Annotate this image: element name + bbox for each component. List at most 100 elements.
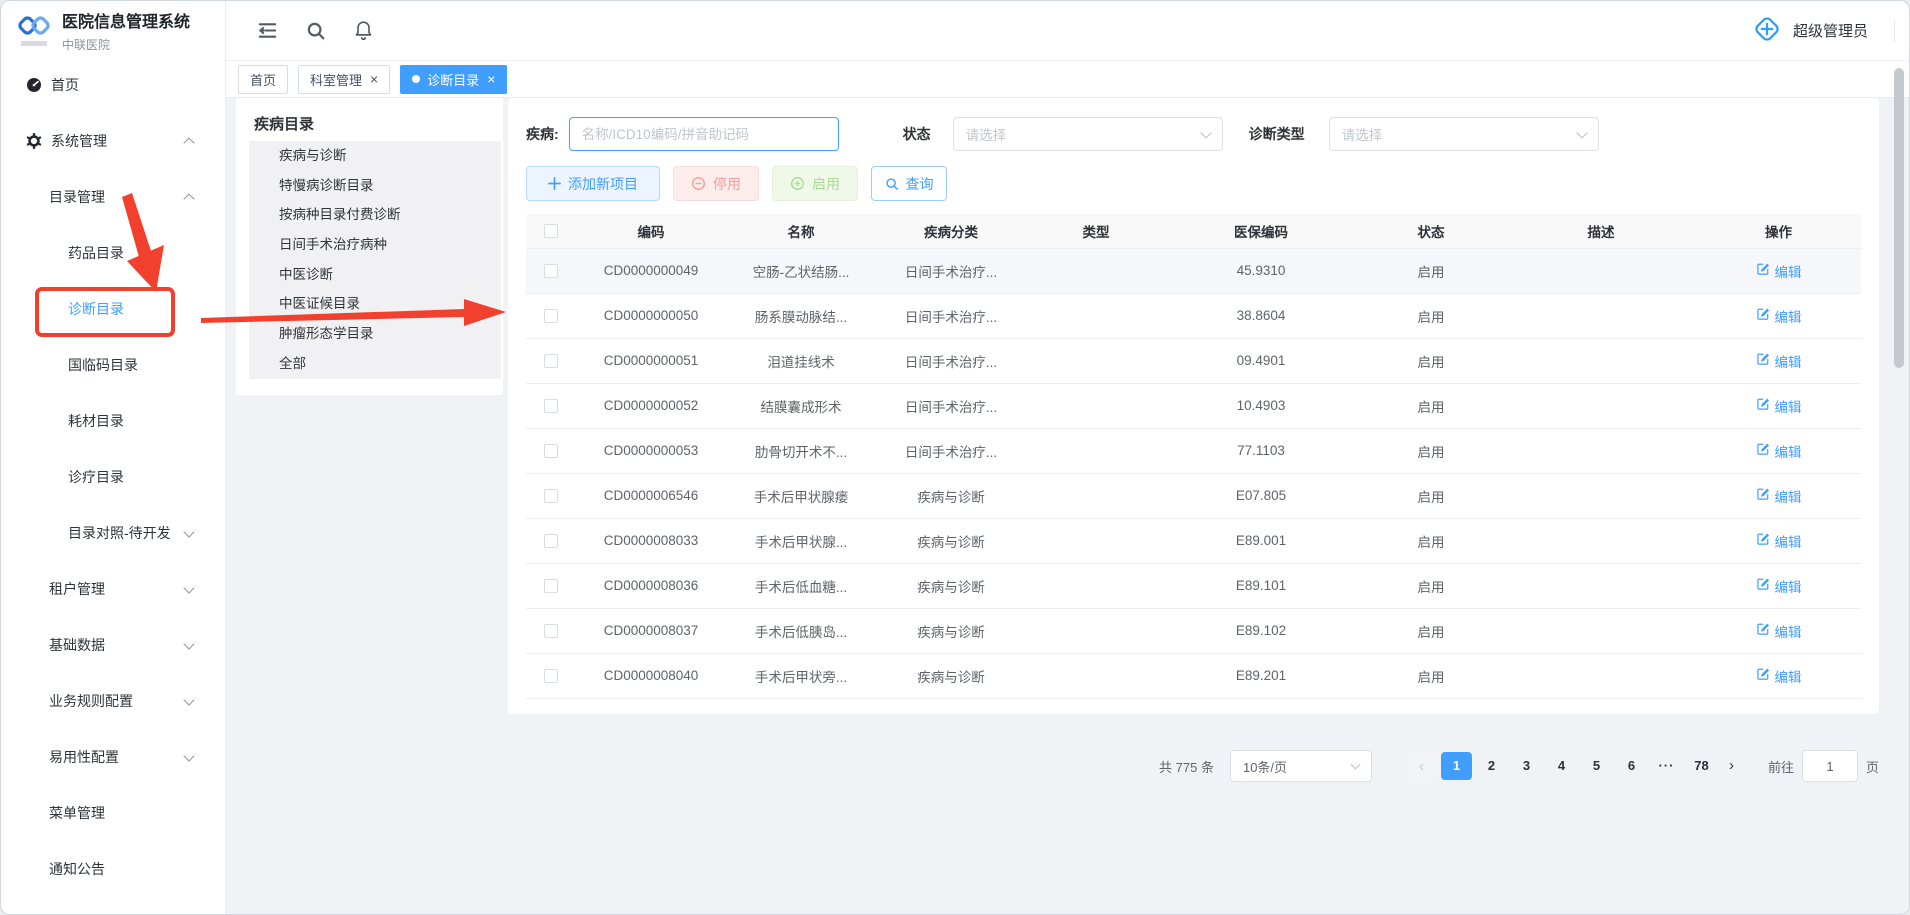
page-size-select[interactable]: 10条/页: [1230, 750, 1372, 782]
tab-diagnosis-catalog[interactable]: 诊断目录×: [400, 65, 507, 94]
page-button-5[interactable]: 5: [1581, 752, 1612, 780]
row-checkbox[interactable]: [544, 624, 558, 638]
edit-button[interactable]: 编辑: [1756, 306, 1802, 326]
notification-bell-icon[interactable]: [353, 19, 374, 42]
catalog-item-tumor-morphology-catalog[interactable]: 肿瘤形态学目录: [249, 319, 501, 349]
edit-button[interactable]: 编辑: [1756, 441, 1802, 461]
column-header: 名称: [726, 214, 876, 248]
disable-button[interactable]: 停用: [673, 166, 759, 201]
cell-name: 结膜囊成形术: [726, 383, 876, 428]
cell-desc: [1506, 383, 1696, 428]
sidebar-item-menu-management[interactable]: 菜单管理: [1, 785, 225, 841]
sidebar-item-home[interactable]: 首页: [1, 57, 225, 113]
cell-code: CD0000006546: [576, 473, 726, 518]
diagnosis-table: 编码名称疾病分类类型医保编码状态描述操作 CD0000000049空肠-乙状结肠…: [526, 214, 1861, 699]
edit-icon: [1756, 577, 1770, 594]
catalog-item-per-disease-payment-diagnosis[interactable]: 按病种目录付费诊断: [249, 200, 501, 230]
status-select[interactable]: 请选择: [953, 117, 1223, 151]
row-checkbox[interactable]: [544, 489, 558, 503]
catalog-item-tcm-syndrome-catalog[interactable]: 中医证候目录: [249, 289, 501, 319]
sidebar-item-treatment-catalog[interactable]: 诊疗目录: [1, 449, 225, 505]
row-checkbox[interactable]: [544, 669, 558, 683]
cell-category: 疾病与诊断: [876, 608, 1026, 653]
cell-name: 手术后低胰岛...: [726, 608, 876, 653]
goto-page-input[interactable]: [1802, 750, 1858, 782]
page-button-1[interactable]: 1: [1441, 752, 1472, 780]
column-header: 状态: [1356, 214, 1506, 248]
sidebar-item-drug-catalog[interactable]: 药品目录: [1, 225, 225, 281]
cell-name: 泪道挂线术: [726, 338, 876, 383]
catalog-item-disease-and-diagnosis[interactable]: 疾病与诊断: [249, 141, 501, 171]
table-row: CD0000000049空肠-乙状结肠...日间手术治疗...45.9310启用…: [526, 248, 1861, 293]
cell-desc: [1506, 428, 1696, 473]
page-button-2[interactable]: 2: [1476, 752, 1507, 780]
edit-button[interactable]: 编辑: [1756, 576, 1802, 596]
catalog-item-tcm-diagnosis[interactable]: 中医诊断: [249, 260, 501, 290]
catalog-item-day-surgery-diseases[interactable]: 日间手术治疗病种: [249, 230, 501, 260]
column-header: 编码: [576, 214, 726, 248]
user-menu[interactable]: 超级管理员: [1751, 13, 1895, 49]
close-tab-icon[interactable]: ×: [487, 72, 495, 86]
edit-button[interactable]: 编辑: [1756, 666, 1802, 686]
sidebar-item-system-management[interactable]: 系统管理: [1, 113, 225, 169]
collapse-sidebar-icon[interactable]: [256, 19, 279, 42]
edit-button[interactable]: 编辑: [1756, 531, 1802, 551]
catalog-item-all[interactable]: 全部: [249, 349, 501, 379]
add-item-button[interactable]: 添加新项目: [526, 166, 660, 201]
prev-page-button[interactable]: ‹: [1409, 752, 1434, 780]
catalog-item-special-chronic-diagnosis[interactable]: 特慢病诊断目录: [249, 171, 501, 201]
row-checkbox[interactable]: [544, 579, 558, 593]
diagnosis-type-select[interactable]: 请选择: [1329, 117, 1599, 151]
edit-button[interactable]: 编辑: [1756, 351, 1802, 371]
more-pages-button[interactable]: ···: [1651, 752, 1682, 780]
edit-button[interactable]: 编辑: [1756, 396, 1802, 416]
table-header: 编码名称疾病分类类型医保编码状态描述操作: [526, 214, 1861, 248]
select-all-checkbox[interactable]: [544, 224, 558, 238]
chevron-down-icon: [1200, 127, 1211, 138]
page-button-6[interactable]: 6: [1616, 752, 1647, 780]
query-button[interactable]: 查询: [871, 166, 947, 201]
cell-category: 日间手术治疗...: [876, 428, 1026, 473]
enable-button[interactable]: 启用: [772, 166, 858, 201]
row-checkbox[interactable]: [544, 399, 558, 413]
sidebar-item-tenant-management[interactable]: 租户管理: [1, 561, 225, 617]
search-icon[interactable]: [305, 20, 327, 42]
main-area: 超级管理员 首页科室管理×诊断目录× 疾病目录 疾病与诊断特慢病诊断目录按病种目…: [226, 1, 1909, 914]
page-button-78[interactable]: 78: [1686, 752, 1717, 780]
sidebar-item-diagnosis-catalog[interactable]: 诊断目录: [1, 281, 225, 337]
edit-button[interactable]: 编辑: [1756, 621, 1802, 641]
page-scrollbar-thumb[interactable]: [1894, 68, 1904, 368]
row-checkbox[interactable]: [544, 444, 558, 458]
sidebar-item-basic-data[interactable]: 基础数据: [1, 617, 225, 673]
page-button-3[interactable]: 3: [1511, 752, 1542, 780]
cell-insurance_code: 10.4903: [1166, 383, 1356, 428]
sidebar-item-business-rule-config[interactable]: 业务规则配置: [1, 673, 225, 729]
sidebar-item-usability-config[interactable]: 易用性配置: [1, 729, 225, 785]
next-page-button[interactable]: ›: [1719, 752, 1744, 780]
table-row: CD0000000053肋骨切开术不...日间手术治疗...77.1103启用编…: [526, 428, 1861, 473]
row-checkbox[interactable]: [544, 354, 558, 368]
table-row: CD0000000050肠系膜动脉结...日间手术治疗...38.8604启用编…: [526, 293, 1861, 338]
dashboard-icon: [26, 77, 42, 93]
cell-name: 空肠-乙状结肠...: [726, 248, 876, 293]
row-checkbox[interactable]: [544, 264, 558, 278]
page-button-4[interactable]: 4: [1546, 752, 1577, 780]
sidebar-item-catalog-management[interactable]: 目录管理: [1, 169, 225, 225]
disease-search-input[interactable]: [569, 117, 839, 151]
tab-home[interactable]: 首页: [238, 65, 288, 94]
cell-desc: [1506, 473, 1696, 518]
edit-icon: [1756, 532, 1770, 549]
sidebar-item-notice[interactable]: 通知公告: [1, 841, 225, 897]
edit-icon: [1756, 307, 1770, 324]
sidebar-item-national-code-catalog[interactable]: 国临码目录: [1, 337, 225, 393]
close-tab-icon[interactable]: ×: [370, 72, 378, 86]
cell-name: 肠系膜动脉结...: [726, 293, 876, 338]
sidebar-item-catalog-mapping-todo[interactable]: 目录对照-待开发: [1, 505, 225, 561]
total-count: 共 775 条: [1159, 757, 1214, 776]
edit-button[interactable]: 编辑: [1756, 261, 1802, 281]
edit-button[interactable]: 编辑: [1756, 486, 1802, 506]
sidebar-item-consumable-catalog[interactable]: 耗材目录: [1, 393, 225, 449]
tab-department-management[interactable]: 科室管理×: [298, 65, 390, 94]
row-checkbox[interactable]: [544, 309, 558, 323]
row-checkbox[interactable]: [544, 534, 558, 548]
